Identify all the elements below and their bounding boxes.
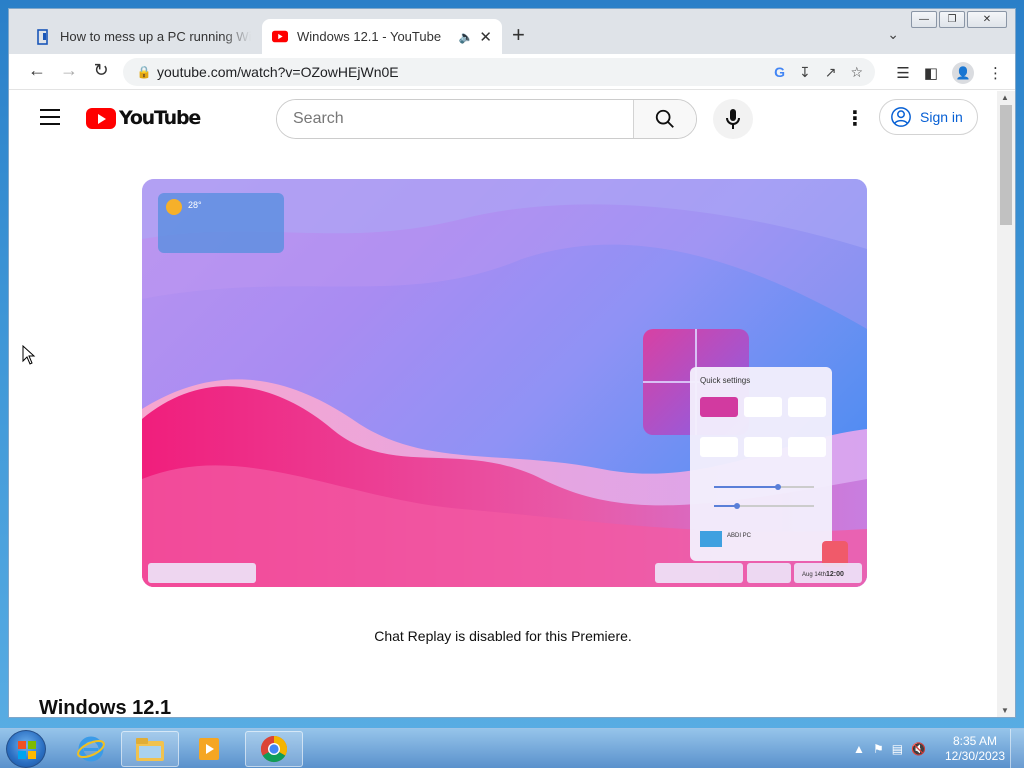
page-scrollbar[interactable]: ▲ ▼ xyxy=(997,91,1015,717)
bookmark-star-icon[interactable]: ☆ xyxy=(850,64,863,81)
side-panel-icon[interactable]: ◧ xyxy=(924,64,938,82)
system-tray: ▲ ⚑ ▤ 🔇 8:35 AM 12/30/2023 xyxy=(853,729,1024,768)
scroll-up-icon[interactable]: ▲ xyxy=(1001,93,1009,102)
media-player-button[interactable] xyxy=(180,731,238,767)
google-icon[interactable]: G xyxy=(774,64,785,81)
browser-window: — ❐ ✕ How to mess up a PC running Window… xyxy=(8,8,1016,718)
url-text[interactable]: youtube.com/watch?v=OZowHEjWn0E xyxy=(157,64,774,80)
media-control-icon[interactable]: ☰ xyxy=(896,64,909,82)
youtube-page: YouTube ⋮ Sign in xyxy=(9,91,997,717)
tab-title: How to mess up a PC running Windows xyxy=(60,29,251,44)
search-input[interactable] xyxy=(277,100,633,138)
speaker-icon[interactable]: 🔈 xyxy=(458,30,473,44)
quick-settings-title: Quick settings xyxy=(700,376,750,385)
new-tab-button[interactable]: + xyxy=(512,24,525,46)
chrome-icon xyxy=(260,735,288,763)
search-icon xyxy=(655,109,674,128)
action-center-icon[interactable]: ⚑ xyxy=(873,742,884,756)
tab-strip: — ❐ ✕ How to mess up a PC running Window… xyxy=(9,9,1015,54)
tab-how-to-mess-up[interactable]: How to mess up a PC running Windows xyxy=(25,19,261,54)
search-button[interactable] xyxy=(633,100,696,138)
back-button[interactable]: ← xyxy=(25,60,49,81)
system-clock[interactable]: 8:35 AM 12/30/2023 xyxy=(940,734,1010,764)
close-tab-icon[interactable]: ✕ xyxy=(479,28,492,46)
search-bar xyxy=(276,99,697,139)
close-window-button[interactable]: ✕ xyxy=(967,11,1007,28)
profile-avatar[interactable]: 👤 xyxy=(952,62,974,84)
youtube-play-icon xyxy=(86,107,116,129)
show-desktop-button[interactable] xyxy=(1010,729,1024,768)
windows-taskbar: ▲ ⚑ ▤ 🔇 8:35 AM 12/30/2023 xyxy=(0,728,1024,768)
lock-icon[interactable]: 🔒 xyxy=(131,65,157,79)
video-title: Windows 12.1 xyxy=(39,697,172,717)
install-icon[interactable]: ↧ xyxy=(799,64,811,81)
windows-logo-icon xyxy=(18,741,36,759)
thumb-time: 12:00 xyxy=(826,571,844,578)
media-player-icon xyxy=(199,738,219,760)
clock-date: 12/30/2023 xyxy=(944,749,1006,763)
video-thumbnail: 28° Quick settings ABDI PC Aug 14th 12:0… xyxy=(142,179,867,587)
settings-kebab-icon[interactable]: ⋮ xyxy=(845,109,865,129)
chevron-down-icon[interactable]: ⌄ xyxy=(887,26,899,43)
youtube-wordmark: YouTube xyxy=(119,107,201,129)
tab-youtube[interactable]: Windows 12.1 - YouTube 🔈 ✕ xyxy=(262,19,502,54)
show-hidden-icons-icon[interactable]: ▲ xyxy=(853,742,865,756)
hamburger-menu-icon[interactable] xyxy=(40,109,60,130)
sign-in-button[interactable]: Sign in xyxy=(879,99,978,135)
menu-kebab-icon[interactable]: ⋮ xyxy=(988,64,1003,82)
clock-time: 8:35 AM xyxy=(952,734,998,748)
forward-button[interactable]: → xyxy=(57,60,81,81)
youtube-icon xyxy=(272,29,288,45)
tab-title: Windows 12.1 - YouTube xyxy=(297,29,442,44)
file-explorer-button[interactable] xyxy=(121,731,179,767)
window-controls: — ❐ ✕ xyxy=(911,11,1007,28)
device-name: ABDI PC xyxy=(727,533,752,539)
minimize-button[interactable]: — xyxy=(911,11,937,28)
folder-icon xyxy=(136,738,164,761)
weather-temp: 28° xyxy=(188,200,202,210)
microphone-icon xyxy=(726,109,740,129)
chrome-button[interactable] xyxy=(245,731,303,767)
video-player[interactable]: 28° Quick settings ABDI PC Aug 14th 12:0… xyxy=(142,179,867,587)
internet-explorer-icon xyxy=(77,736,105,762)
network-icon[interactable]: ▤ xyxy=(892,742,903,756)
internet-explorer-button[interactable] xyxy=(62,731,120,767)
scrollbar-thumb[interactable] xyxy=(1000,105,1012,225)
maximize-button[interactable]: ❐ xyxy=(939,11,965,28)
document-icon xyxy=(35,28,51,45)
start-button[interactable] xyxy=(6,730,46,768)
address-bar[interactable]: 🔒 youtube.com/watch?v=OZowHEjWn0E G ↧ ↗ … xyxy=(123,58,875,86)
chat-replay-notice: Chat Replay is disabled for this Premier… xyxy=(374,628,632,644)
browser-toolbar: ← → ↻ 🔒 youtube.com/watch?v=OZowHEjWn0E … xyxy=(9,54,1015,90)
account-circle-icon xyxy=(891,107,911,127)
thumb-date: Aug 14th xyxy=(802,572,826,578)
share-icon[interactable]: ↗ xyxy=(825,64,837,81)
reload-button[interactable]: ↻ xyxy=(89,60,113,81)
voice-search-button[interactable] xyxy=(713,99,753,139)
sign-in-label: Sign in xyxy=(920,109,963,125)
youtube-logo[interactable]: YouTube xyxy=(86,107,201,129)
volume-muted-icon[interactable]: 🔇 xyxy=(911,742,926,756)
scroll-down-icon[interactable]: ▼ xyxy=(1001,706,1009,715)
mouse-cursor-icon xyxy=(22,345,36,365)
